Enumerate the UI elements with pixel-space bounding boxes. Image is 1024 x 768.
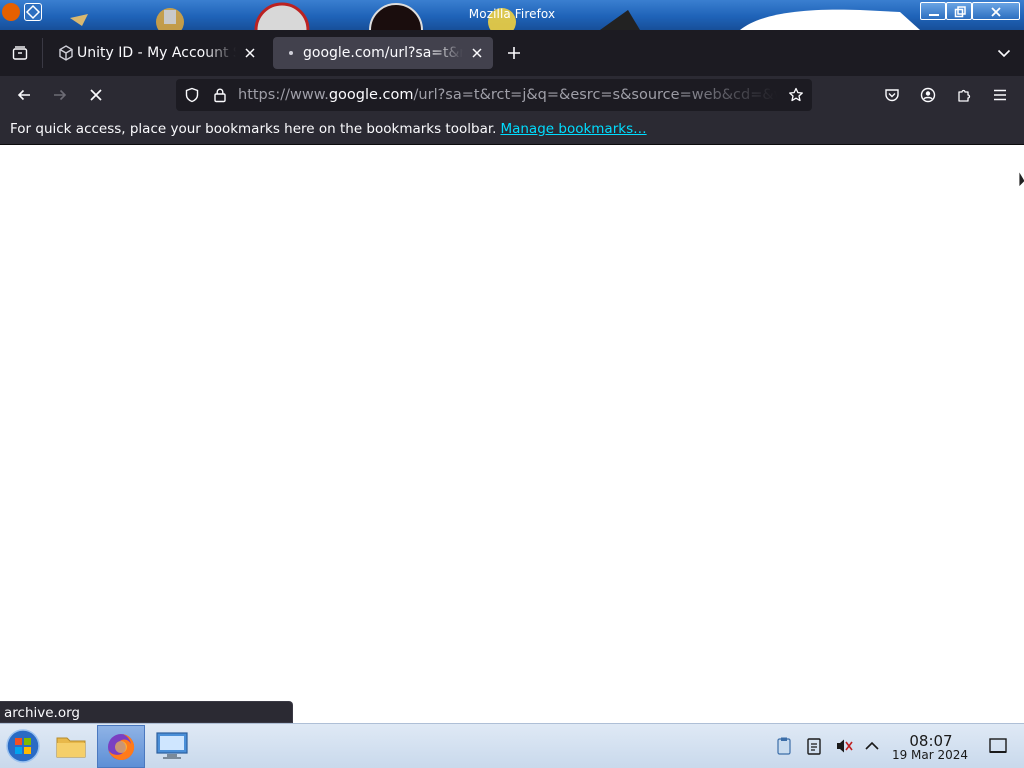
app-menu-button[interactable] [984,79,1016,111]
chevron-up-icon[interactable] [862,736,882,756]
window-title: Mozilla Firefox [468,7,556,21]
tab-label: google.com/url?sa=t&rct [303,45,463,61]
back-button[interactable] [8,79,40,111]
taskbar: 08:07 19 Mar 2024 [0,723,1024,768]
forward-button[interactable] [44,79,76,111]
url-path: /url?sa=t&rct=j&q=&esrc=s&source=web&cd=… [413,87,778,103]
minimize-button[interactable] [920,2,946,20]
hamburger-menu-icon [994,89,1006,101]
tab-google-redirect[interactable]: google.com/url?sa=t&rct [273,37,493,69]
page-content-area[interactable] [0,145,1024,723]
bookmarks-empty-message: For quick access, place your bookmarks h… [10,121,497,137]
volume-muted-icon[interactable] [834,736,854,756]
chevron-down-icon [997,49,1011,58]
pocket-icon [885,89,899,102]
account-button[interactable] [912,79,944,111]
firefox-icon [108,733,135,760]
clipboard-icon[interactable] [804,736,824,756]
remote-desktop-icon [156,732,188,759]
clipboard-manager-icon[interactable] [774,736,794,756]
new-tab-button[interactable] [498,37,530,69]
firefox-view-button[interactable] [4,37,36,69]
bookmarks-toolbar: For quick access, place your bookmarks h… [0,114,1024,145]
start-button[interactable] [0,725,48,768]
close-tab-icon[interactable] [242,45,258,61]
tab-strip: Unity ID - My Account Se google.com/url?… [0,30,1024,76]
status-url: archive.org [4,705,80,721]
windows-start-icon [6,729,40,763]
tab-label: Unity ID - My Account Se [77,45,236,61]
unity-icon [59,45,73,61]
taskbar-remote-desktop[interactable] [148,725,196,768]
close-tab-icon[interactable] [469,45,485,61]
tab-unity-account[interactable]: Unity ID - My Account Se [48,37,266,69]
mouse-pointer-icon [1018,170,1024,188]
arrow-right-icon [54,89,67,101]
extensions-button[interactable] [948,79,980,111]
tab-separator [42,38,43,68]
account-icon [920,87,936,103]
loading-dot-icon [289,51,293,55]
bookmark-star-icon[interactable] [788,87,804,103]
list-all-tabs-button[interactable] [988,37,1020,69]
arrow-left-icon [17,89,30,101]
firefox-view-icon [12,46,28,60]
taskbar-file-manager[interactable] [48,725,96,768]
lock-icon[interactable] [212,87,228,103]
puzzle-piece-icon [958,89,971,102]
show-desktop-icon[interactable] [988,736,1008,756]
taskbar-firefox[interactable] [97,725,145,768]
close-window-button[interactable] [972,2,1020,20]
window-titlebar: Mozilla Firefox [0,0,1024,30]
url-text[interactable]: https://www.google.com/url?sa=t&rct=j&q=… [238,87,778,103]
url-host: google.com [328,87,414,103]
pocket-button[interactable] [876,79,908,111]
stop-icon [90,89,102,101]
plus-icon [508,47,520,59]
clock-date[interactable]: 19 Mar 2024 [886,748,974,762]
url-bar[interactable]: https://www.google.com/url?sa=t&rct=j&q=… [176,79,812,111]
maximize-button[interactable] [946,2,972,20]
manage-bookmarks-link[interactable]: Manage bookmarks… [500,121,646,137]
tracking-protection-shield-icon[interactable] [184,87,200,103]
link-status-panel: archive.org [0,701,293,723]
url-prefix: https://www. [238,87,329,103]
folder-icon [56,737,86,758]
navigation-toolbar: https://www.google.com/url?sa=t&rct=j&q=… [0,76,1024,114]
stop-loading-button[interactable] [80,79,112,111]
